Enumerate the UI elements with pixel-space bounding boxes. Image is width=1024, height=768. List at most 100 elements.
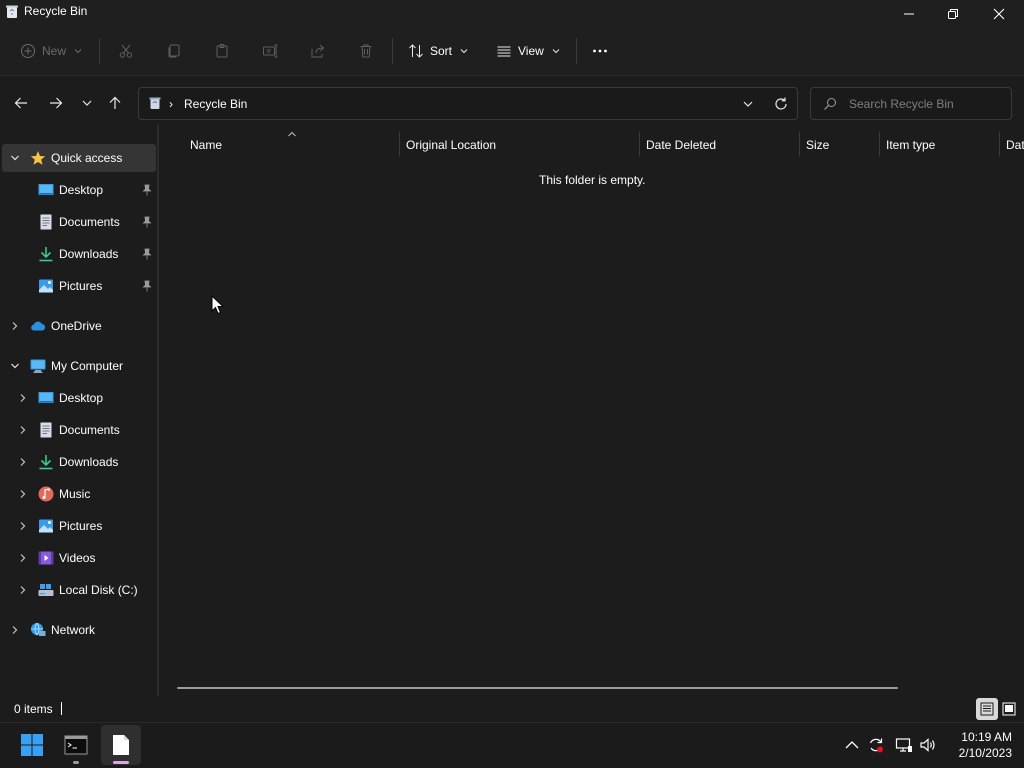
large-icons-view-button[interactable] <box>998 698 1020 720</box>
nav-label: Documents <box>59 423 120 437</box>
pin-icon[interactable] <box>142 184 152 196</box>
terminal-icon <box>64 735 88 755</box>
column-separator[interactable] <box>879 132 880 156</box>
pictures-icon <box>39 519 53 533</box>
nav-pane-divider[interactable] <box>157 124 159 696</box>
taskbar-file-explorer[interactable] <box>101 725 141 765</box>
new-label: New <box>42 44 67 58</box>
breadcrumb-recycle-bin[interactable]: Recycle Bin <box>184 97 247 111</box>
windows-icon <box>21 734 43 756</box>
start-button[interactable] <box>12 725 52 765</box>
view-icon <box>497 46 511 57</box>
back-button[interactable] <box>10 92 32 114</box>
column-header-name[interactable]: Name <box>190 138 222 152</box>
chevron-right-icon[interactable] <box>18 457 28 467</box>
nav-item-pc-pictures[interactable]: Pictures <box>2 512 156 540</box>
copy-button[interactable] <box>166 38 182 64</box>
column-header-item-type[interactable]: Item type <box>886 138 935 152</box>
paste-button[interactable] <box>214 38 230 64</box>
view-label: View <box>518 44 544 58</box>
volume-icon[interactable] <box>919 736 937 754</box>
nav-label: My Computer <box>51 359 124 373</box>
rename-icon <box>263 44 278 58</box>
chevron-right-icon[interactable] <box>18 425 28 435</box>
nav-item-qa-documents[interactable]: Documents <box>2 208 156 236</box>
nav-label: Music <box>59 487 91 501</box>
share-button[interactable] <box>310 38 326 64</box>
search-input[interactable] <box>849 94 1004 114</box>
more-options-button[interactable] <box>592 38 608 64</box>
column-header-date-deleted[interactable]: Date Deleted <box>646 138 716 152</box>
pin-icon[interactable] <box>142 248 152 260</box>
star-icon <box>30 151 46 165</box>
chevron-right-icon[interactable] <box>18 489 28 499</box>
view-button[interactable]: View <box>496 38 560 64</box>
nav-label: Documents <box>59 215 120 229</box>
rename-button[interactable] <box>262 38 278 64</box>
nav-item-pc-local-disk[interactable]: Local Disk (C:) <box>2 576 156 604</box>
nav-item-qa-downloads[interactable]: Downloads <box>2 240 156 268</box>
chevron-down-icon[interactable] <box>10 153 20 163</box>
forward-button[interactable] <box>45 92 67 114</box>
address-bar[interactable]: › Recycle Bin <box>138 87 798 120</box>
arrow-left-icon <box>14 97 27 109</box>
nav-item-pc-desktop[interactable]: Desktop <box>2 384 156 412</box>
refresh-icon[interactable] <box>773 96 789 112</box>
nav-item-quick-access[interactable]: Quick access <box>2 144 156 172</box>
chevron-right-icon[interactable] <box>10 321 20 331</box>
nav-item-pc-videos[interactable]: Videos <box>2 544 156 572</box>
system-clock[interactable]: 10:19 AM 2/10/2023 <box>942 729 1012 761</box>
up-button[interactable] <box>104 92 126 114</box>
network-status-icon[interactable] <box>895 736 913 754</box>
column-header-original-location[interactable]: Original Location <box>406 138 496 152</box>
clock-time: 10:19 AM <box>961 730 1012 744</box>
chevron-down-icon[interactable] <box>741 97 755 111</box>
taskbar-terminal[interactable] <box>56 725 96 765</box>
column-separator[interactable] <box>399 132 400 156</box>
running-indicator <box>73 761 79 764</box>
nav-label: Desktop <box>59 183 104 197</box>
nav-item-pc-music[interactable]: Music <box>2 480 156 508</box>
nav-label: Downloads <box>59 247 119 261</box>
column-header-date-modified[interactable]: Dat <box>1006 138 1024 152</box>
mouse-cursor <box>211 295 224 315</box>
chevron-right-icon[interactable] <box>18 585 28 595</box>
recent-locations-button[interactable] <box>76 92 98 114</box>
new-button[interactable]: New <box>20 38 82 64</box>
close-button[interactable] <box>976 0 1022 28</box>
nav-label: OneDrive <box>51 319 102 333</box>
chevron-up-icon[interactable] <box>843 736 861 754</box>
chevron-right-icon[interactable] <box>10 625 20 635</box>
nav-item-my-computer[interactable]: My Computer <box>2 352 156 380</box>
column-separator[interactable] <box>799 132 800 156</box>
details-view-button[interactable] <box>976 698 998 720</box>
pin-icon[interactable] <box>142 216 152 228</box>
nav-label: Pictures <box>59 279 103 293</box>
column-separator[interactable] <box>999 132 1000 156</box>
minimize-icon <box>904 13 914 15</box>
nav-item-pc-documents[interactable]: Documents <box>2 416 156 444</box>
desktop-icon <box>38 392 54 403</box>
status-divider <box>61 702 62 715</box>
nav-item-network[interactable]: Network <box>2 616 156 644</box>
horizontal-scrollbar[interactable] <box>177 687 898 689</box>
nav-item-onedrive[interactable]: OneDrive <box>2 312 156 340</box>
nav-item-pc-downloads[interactable]: Downloads <box>2 448 156 476</box>
search-box[interactable] <box>810 87 1012 120</box>
nav-item-qa-desktop[interactable]: Desktop <box>2 176 156 204</box>
sort-button[interactable]: Sort <box>408 38 468 64</box>
chevron-down-icon[interactable] <box>10 361 20 371</box>
onedrive-icon <box>31 321 46 331</box>
cut-button[interactable] <box>118 38 134 64</box>
column-separator[interactable] <box>639 132 640 156</box>
restore-button[interactable] <box>930 0 976 28</box>
nav-item-qa-pictures[interactable]: Pictures <box>2 272 156 300</box>
pin-icon[interactable] <box>142 280 152 292</box>
chevron-right-icon[interactable] <box>18 553 28 563</box>
column-header-size[interactable]: Size <box>806 138 829 152</box>
minimize-button[interactable] <box>886 0 932 28</box>
chevron-right-icon[interactable] <box>18 393 28 403</box>
sync-icon[interactable] <box>867 736 885 754</box>
chevron-right-icon[interactable] <box>18 521 28 531</box>
delete-button[interactable] <box>358 38 374 64</box>
